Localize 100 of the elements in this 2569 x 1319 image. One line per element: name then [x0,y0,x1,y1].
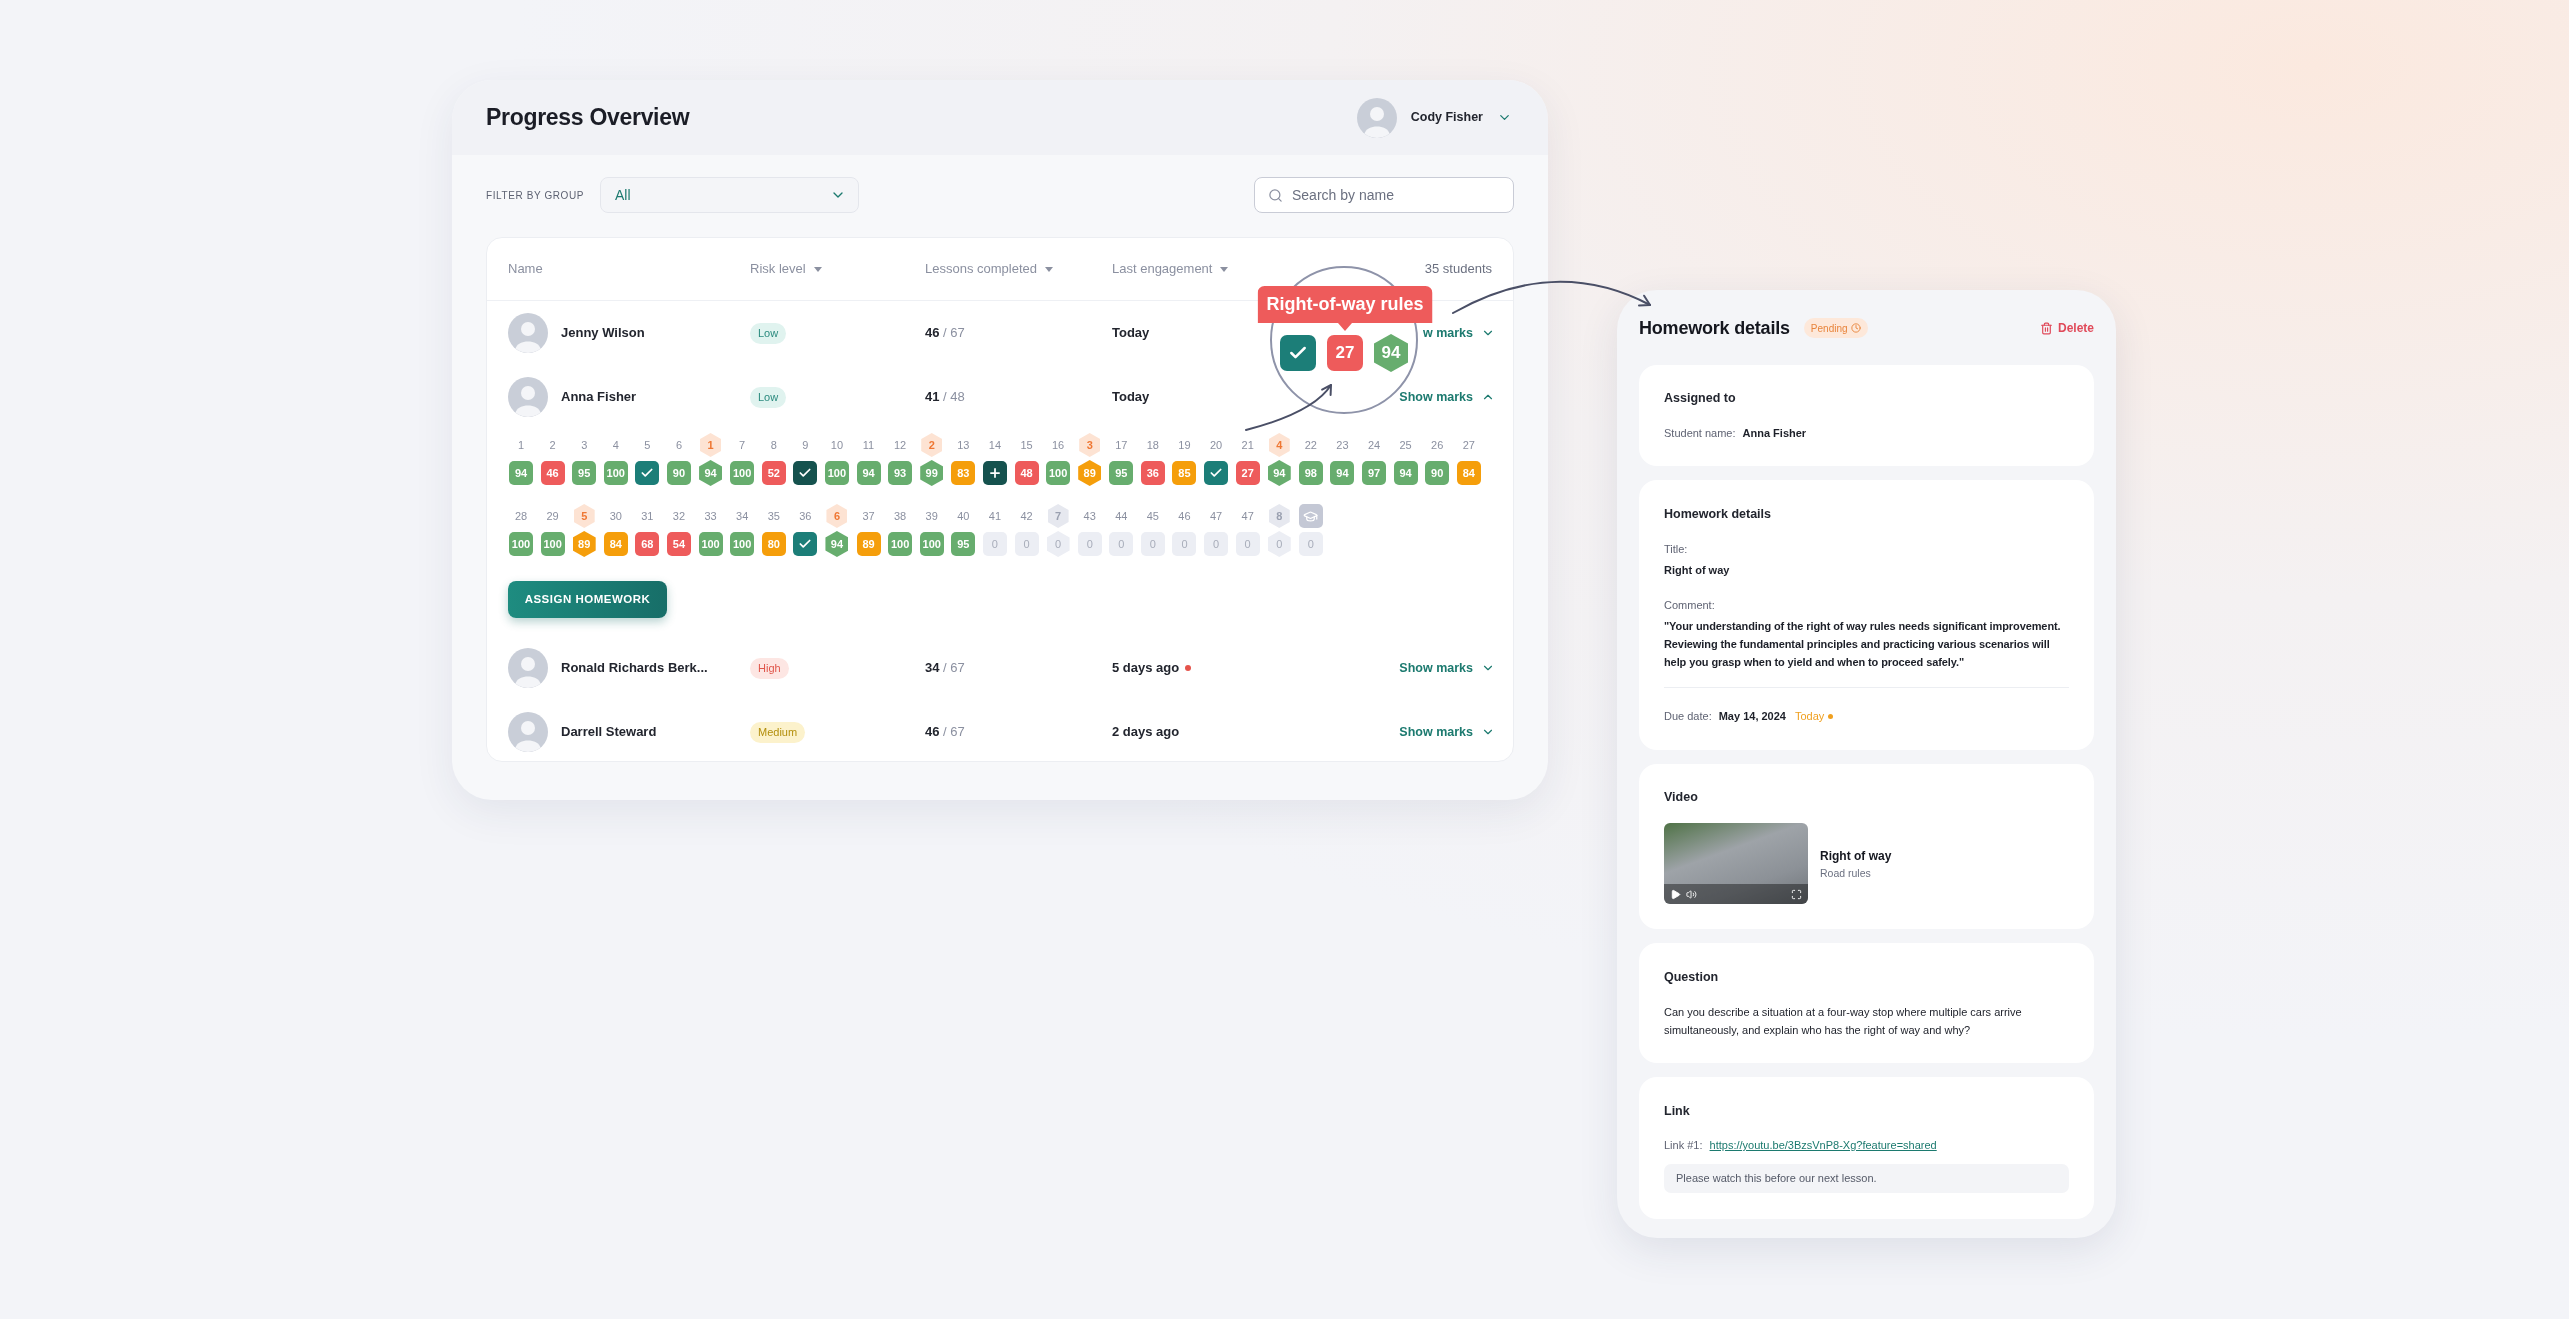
score-mark[interactable]: 83 [951,461,976,485]
show-marks-button[interactable]: Show marks [1399,658,1495,678]
score-mark[interactable]: 100 [824,461,849,485]
person-silhouette-icon [508,648,548,688]
check-icon[interactable] [793,532,818,556]
section-title: Question [1664,969,1720,986]
assign-homework-button[interactable]: ASSIGN HOMEWORK [508,581,667,618]
score-mark[interactable]: 100 [1046,461,1071,485]
column-header: Name [508,260,543,279]
lesson-number: 13 [957,438,970,452]
score-mark[interactable]: 89 [1078,460,1102,486]
plus-icon[interactable] [982,461,1007,485]
score-mark[interactable]: 89 [572,531,596,557]
fullscreen-icon[interactable] [1791,888,1802,900]
lesson-number: 33 [704,509,717,523]
score-mark[interactable]: 98 [1298,461,1323,485]
video-category: Road rules [1820,865,1872,881]
show-marks-button[interactable]: Show marks [1399,722,1495,742]
lesson-number: 28 [514,509,528,523]
score-mark[interactable]: 97 [1362,461,1387,485]
score-mark[interactable]: 94 [699,460,723,486]
test-number: 6 [826,504,848,528]
check-icon[interactable] [1204,461,1229,485]
check-icon[interactable] [793,461,818,485]
lesson-number: 7 [739,438,746,452]
check-icon[interactable] [1280,335,1316,371]
score-mark[interactable]: 94 [1374,334,1408,372]
volume-icon[interactable] [1686,888,1697,900]
section-title: Homework details [1664,506,1772,523]
score-mark[interactable]: 52 [761,461,786,485]
test-number: 3 [1079,433,1101,457]
score-mark[interactable]: 99 [920,460,944,486]
score-mark[interactable]: 46 [540,461,565,485]
score-mark[interactable]: 100 [888,532,913,556]
score-mark[interactable]: 94 [509,461,533,485]
score-mark[interactable]: 85 [1172,461,1197,485]
group-dropdown[interactable]: All [600,177,859,213]
score-mark[interactable]: 90 [666,461,691,485]
score-mark[interactable]: 100 [603,461,628,485]
video-thumbnail[interactable] [1664,823,1808,904]
score-mark[interactable]: 93 [888,461,913,485]
field-label: Link #1: [1664,1138,1703,1153]
score-mark[interactable]: 94 [1393,461,1418,485]
score-mark[interactable]: 100 [919,532,944,556]
section-title: Link [1664,1103,1691,1120]
score-mark[interactable]: 95 [951,532,976,556]
column-header[interactable]: Last engagement [1112,259,1213,279]
lesson-number: 35 [767,509,780,523]
status-dot-icon [1828,713,1834,719]
search-field[interactable]: Search by name [1254,177,1514,213]
score-mark[interactable]: 54 [666,532,691,556]
video-title: Right of way [1820,847,1892,865]
test-number: 2 [921,433,943,457]
check-icon[interactable] [635,461,660,485]
lesson-number: 25 [1399,438,1412,452]
locked-test-number: 8 [1268,504,1290,528]
graduation-cap-icon [1298,504,1323,528]
sort-caret-icon[interactable] [813,266,822,272]
score-mark[interactable]: 80 [761,532,786,556]
score-mark[interactable]: 89 [856,532,881,556]
score-mark[interactable]: 27 [1327,335,1363,371]
score-mark[interactable]: 48 [1014,461,1039,485]
user-menu[interactable]: Cody Fisher [1356,97,1512,138]
sort-caret-icon[interactable] [1045,266,1053,272]
lesson-number: 14 [988,438,1002,452]
empty-score-mark: 0 [1109,532,1134,556]
score-mark[interactable]: 100 [540,532,565,556]
score-mark[interactable]: 95 [1109,461,1134,485]
column-header[interactable]: Risk level [750,259,806,279]
clock-icon [1850,323,1861,333]
score-mark[interactable]: 84 [1456,461,1481,485]
lesson-number: 20 [1209,438,1223,452]
field-label: Title: [1664,542,1689,557]
show-marks-button[interactable]: Show marks [1399,387,1495,407]
score-mark[interactable]: 100 [509,532,533,556]
score-mark[interactable]: 94 [856,461,881,485]
lesson-number: 27 [1462,438,1475,452]
score-mark[interactable]: 100 [730,461,755,485]
play-icon[interactable] [1670,888,1681,900]
score-mark[interactable]: 95 [572,461,597,485]
lesson-number: 44 [1115,509,1128,523]
lesson-number: 40 [957,509,970,523]
score-mark[interactable]: 94 [1267,460,1291,486]
section-title: Assigned to [1664,390,1737,407]
score-mark[interactable]: 94 [825,531,849,557]
lessons-completed: 41 / 48 [925,388,965,407]
risk-tag: Medium [750,721,806,743]
field-label: Due date: [1664,709,1712,724]
score-mark[interactable]: 100 [698,532,723,556]
score-mark[interactable]: 90 [1425,461,1450,485]
score-mark[interactable]: 68 [635,532,660,556]
score-mark[interactable]: 36 [1140,461,1165,485]
delete-button[interactable]: Delete [2039,319,2094,337]
sort-caret-icon[interactable] [1220,266,1229,272]
score-mark[interactable]: 84 [603,532,628,556]
column-header[interactable]: Lessons completed [925,259,1037,279]
score-mark[interactable]: 27 [1235,461,1260,485]
score-mark[interactable]: 100 [730,532,755,556]
score-mark[interactable]: 94 [1330,461,1355,485]
link-url[interactable]: https://youtu.be/3BzsVnP8-Xg?feature=shared [1709,1137,1937,1153]
